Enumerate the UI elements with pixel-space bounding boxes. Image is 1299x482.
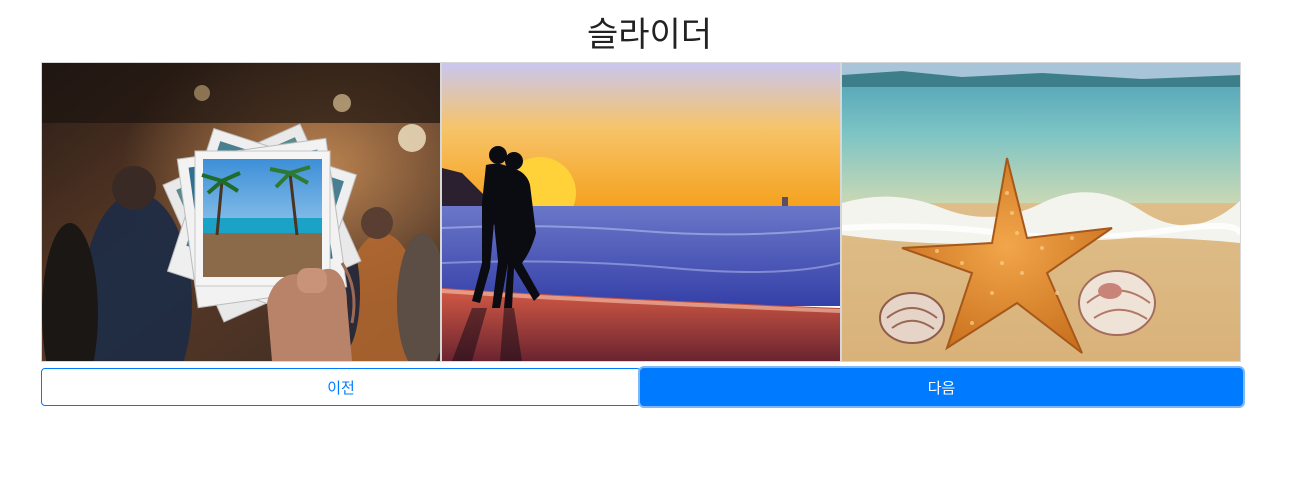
slide-image-couple-sunset xyxy=(442,63,840,361)
slide-2 xyxy=(441,62,841,362)
page-title: 슬라이더 xyxy=(586,15,713,55)
prev-button[interactable]: 이전 xyxy=(41,368,641,406)
slider-viewport xyxy=(41,62,1241,362)
slide-image-starfish-beach xyxy=(842,63,1240,361)
slide-image-polaroid-hand xyxy=(42,63,440,361)
slide-1 xyxy=(41,62,441,362)
next-button[interactable]: 다음 xyxy=(640,368,1243,406)
slide-3 xyxy=(841,62,1241,362)
